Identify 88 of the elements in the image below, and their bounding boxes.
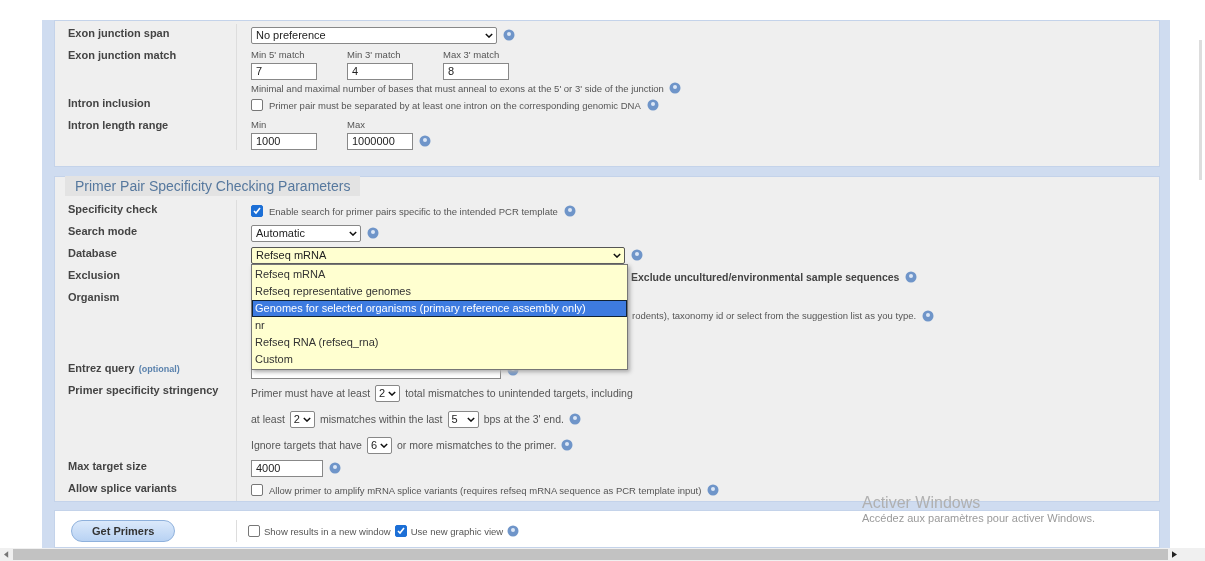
help-icon[interactable] <box>507 525 520 537</box>
help-icon[interactable] <box>563 205 576 217</box>
input-field[interactable]: 4 <box>347 63 413 80</box>
input-field[interactable]: 1000000 <box>347 133 413 150</box>
stringency-text: bps at the 3' end. <box>483 413 564 425</box>
checkbox-label: Allow primer to amplify mRNA splice variants (requires refseq mRNA sequence as PCR template input) <box>269 484 702 496</box>
number-select[interactable]: 5 <box>447 410 479 428</box>
caret-icon <box>388 390 397 396</box>
scroll-right-icon[interactable] <box>1172 551 1177 558</box>
input-field[interactable]: 1000 <box>251 133 317 150</box>
dropdown-option[interactable]: Genomes for selected organisms (primary reference assembly only) <box>252 299 627 317</box>
caret-icon <box>485 32 493 38</box>
help-icon[interactable] <box>668 82 681 94</box>
field-label: Exclusion <box>68 268 121 283</box>
number-select[interactable]: 2 <box>375 384 401 402</box>
help-icon[interactable] <box>329 462 341 474</box>
dropdown-option[interactable]: Refseq mRNA <box>252 265 627 283</box>
caret-icon <box>466 416 475 422</box>
scroll-left-icon[interactable] <box>4 551 9 558</box>
help-icon[interactable] <box>503 29 515 41</box>
help-icon[interactable] <box>561 439 574 451</box>
help-icon[interactable] <box>419 135 431 147</box>
field-label: Primer specificity stringency <box>68 383 220 398</box>
dropdown-option[interactable]: Refseq representative genomes <box>252 282 627 300</box>
field-label: Allow splice variants <box>68 481 178 496</box>
scrollbar-thumb[interactable] <box>13 549 1168 560</box>
activation-notice-title: Activer Windows <box>862 494 982 512</box>
input-field[interactable]: 4000 <box>251 459 323 477</box>
field-label: Specificity check <box>68 202 159 217</box>
checkbox[interactable] <box>251 205 263 217</box>
field-caption: Max <box>347 119 366 130</box>
field-label: Search mode <box>68 224 139 239</box>
caret-icon <box>303 416 311 422</box>
checkbox-label: Show results in a new window <box>264 525 391 537</box>
optional-note: (optional) <box>138 364 180 374</box>
checkbox-label: Exclude uncultured/environmental sample sequences <box>631 271 900 283</box>
stringency-text: total mismatches to unintended targets, including <box>405 387 633 399</box>
field-note: Minimal and maximal number of bases that must anneal to exons at the 5' or 3' side of the junction <box>251 82 664 94</box>
input-field[interactable]: 7 <box>251 63 317 80</box>
horizontal-scrollbar[interactable] <box>0 548 1205 561</box>
stringency-text: at least <box>251 413 285 425</box>
help-icon[interactable] <box>646 99 659 111</box>
field-caption: Min 5' match <box>251 49 306 60</box>
exon-span-select[interactable]: No preference <box>251 26 497 44</box>
dropdown-option[interactable]: Refseq RNA (refseq_rna) <box>252 333 627 351</box>
checkbox[interactable] <box>394 525 407 537</box>
database-select[interactable]: Refseq mRNA <box>251 246 625 264</box>
checkbox-label: Use new graphic view <box>410 525 504 537</box>
field-caption: Min 3' match <box>347 49 402 60</box>
help-icon[interactable] <box>922 310 935 322</box>
stringency-text: or more mismatches to the primer. <box>397 439 557 451</box>
activation-notice-text: Accédez aux paramètres pour activer Windows. <box>862 512 1095 524</box>
field-label: Organism <box>68 290 121 305</box>
dropdown-option[interactable]: Custom <box>252 350 627 368</box>
field-label: Intron inclusion <box>68 96 152 111</box>
stringency-text: Ignore targets that have <box>251 439 362 451</box>
stringency-text: mismatches within the last <box>320 413 443 425</box>
vertical-scrollbar[interactable] <box>1199 40 1202 180</box>
checkbox[interactable] <box>251 99 263 111</box>
field-label: Database <box>68 246 118 261</box>
field-hint: rodents), taxonomy id or select from the suggestion list as you type. <box>632 310 917 321</box>
field-label: Entrez query <box>68 362 135 374</box>
dropdown-option[interactable]: nr <box>252 316 627 334</box>
help-icon[interactable] <box>631 249 643 261</box>
caret-icon <box>380 442 389 448</box>
field-caption: Max 3' match <box>443 49 501 60</box>
input-field[interactable]: 8 <box>443 63 509 80</box>
number-select[interactable]: 2 <box>289 410 315 428</box>
field-caption: Min <box>251 119 268 130</box>
section-legend: Primer Pair Specificity Checking Parameters <box>65 176 361 196</box>
checkbox[interactable] <box>248 525 260 537</box>
field-label: Intron length range <box>68 118 170 133</box>
number-select[interactable]: 6 <box>366 436 393 454</box>
caret-icon <box>349 230 357 236</box>
checkbox-label: Primer pair must be separated by at least one intron on the corresponding genomic DNA <box>269 99 641 111</box>
field-label: Max target size <box>68 459 148 474</box>
help-icon[interactable] <box>367 227 379 239</box>
get-primers-button[interactable]: Get Primers <box>71 520 176 542</box>
field-label: Exon junction match <box>68 48 178 63</box>
caret-icon <box>613 252 621 258</box>
help-icon[interactable] <box>905 271 918 283</box>
field-label: Exon junction span <box>68 26 171 41</box>
checkbox-label: Enable search for primer pairs specific to the intended PCR template <box>269 205 558 217</box>
checkbox[interactable] <box>251 484 263 496</box>
search-mode-select[interactable]: Automatic <box>251 224 361 242</box>
help-icon[interactable] <box>707 484 720 496</box>
help-icon[interactable] <box>568 413 581 425</box>
stringency-text: Primer must have at least <box>251 387 371 399</box>
